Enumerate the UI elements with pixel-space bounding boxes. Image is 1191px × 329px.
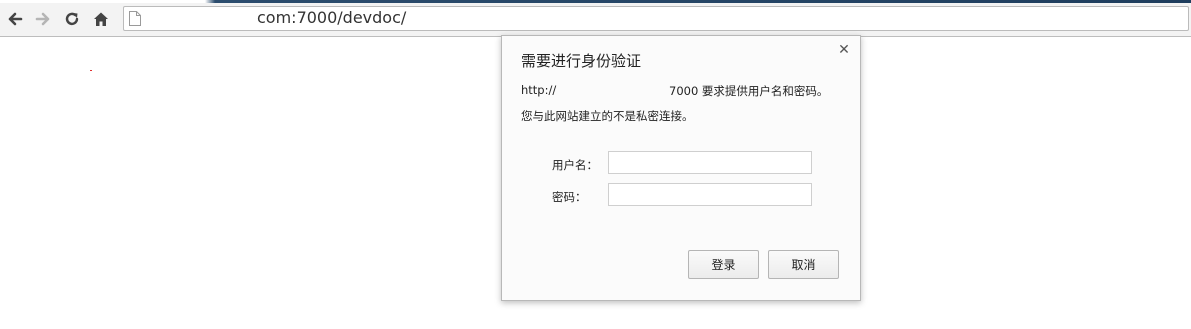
address-bar[interactable]: com:7000/devdoc/ bbox=[123, 6, 1189, 31]
url-text: com:7000/devdoc/ bbox=[257, 8, 407, 27]
home-button[interactable] bbox=[91, 9, 111, 29]
username-input[interactable] bbox=[608, 151, 812, 174]
auth-dialog: 需要进行身份验证 ✕ http:// 7000 要求提供用户名和密码。 您与此网… bbox=[501, 35, 861, 301]
browser-toolbar: com:7000/devdoc/ bbox=[0, 3, 1191, 37]
cancel-button[interactable]: 取消 bbox=[768, 250, 839, 279]
page-artifact-dot bbox=[90, 70, 92, 71]
dialog-message-prefix: http:// bbox=[521, 83, 557, 97]
reload-button[interactable] bbox=[62, 9, 82, 29]
home-icon bbox=[94, 12, 108, 26]
dialog-message-suffix: 7000 要求提供用户名和密码。 bbox=[669, 84, 829, 98]
login-button[interactable]: 登录 bbox=[688, 250, 759, 279]
close-icon[interactable]: ✕ bbox=[836, 42, 852, 58]
page-icon bbox=[128, 10, 142, 31]
arrow-left-icon bbox=[8, 12, 23, 26]
password-input[interactable] bbox=[608, 183, 812, 206]
password-label: 密码： bbox=[552, 190, 587, 204]
forward-button[interactable] bbox=[33, 9, 53, 29]
reload-icon bbox=[65, 12, 79, 26]
dialog-title: 需要进行身份验证 bbox=[521, 52, 642, 70]
back-button[interactable] bbox=[5, 9, 25, 29]
arrow-right-icon bbox=[35, 12, 50, 26]
username-label: 用户名： bbox=[552, 158, 598, 172]
dialog-message-line2: 您与此网站建立的不是私密连接。 bbox=[521, 109, 694, 123]
